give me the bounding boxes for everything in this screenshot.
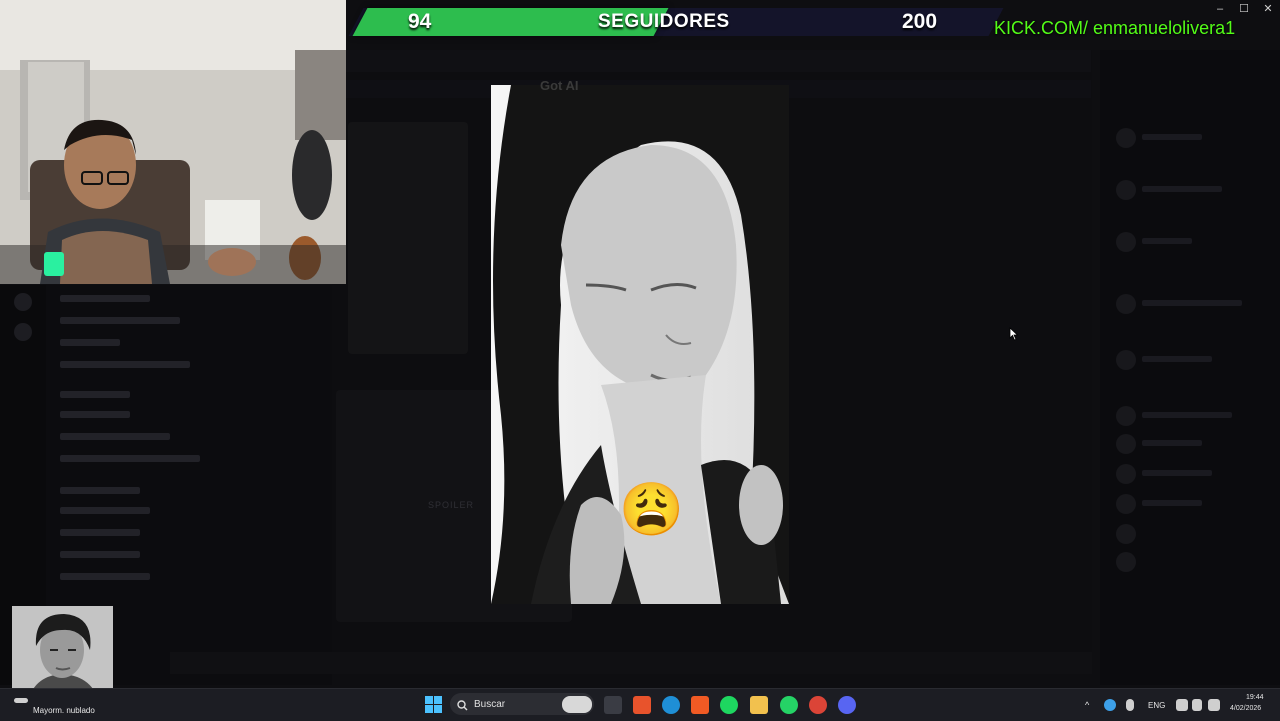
channel-url: KICK.COM/ enmanuelolivera1: [994, 18, 1236, 38]
mouse-cursor-icon: [1009, 327, 1019, 346]
member-avatar[interactable]: [1116, 494, 1136, 514]
member-list: [1100, 50, 1280, 685]
chevron-up-icon[interactable]: ^: [1085, 700, 1089, 710]
discord-icon[interactable]: [838, 696, 856, 714]
member-name: [1142, 134, 1202, 140]
channel-item[interactable]: [60, 453, 200, 463]
chrome-icon[interactable]: [809, 696, 827, 714]
member-avatar[interactable]: [1116, 232, 1136, 252]
chat-header: [346, 50, 1091, 72]
main-portrait-image: 😩: [491, 85, 789, 604]
network-icon[interactable]: [1176, 699, 1188, 711]
channel-item[interactable]: [60, 527, 140, 537]
edge-icon[interactable]: [662, 696, 680, 714]
channel-item[interactable]: [60, 549, 140, 559]
search-icon: [457, 698, 468, 716]
follower-goal-target: 200: [902, 10, 938, 33]
channel-item[interactable]: [60, 337, 120, 347]
webcam-feed: [0, 0, 346, 284]
member-avatar[interactable]: [1116, 406, 1136, 426]
reaction-emoji: 😩: [619, 481, 684, 539]
follower-goal-label: SEGUIDORES: [598, 11, 730, 32]
windows-start-icon[interactable]: [425, 696, 442, 713]
volume-icon[interactable]: [1192, 699, 1202, 711]
member-name: [1142, 412, 1232, 418]
member-avatar[interactable]: [1116, 434, 1136, 454]
channel-item[interactable]: [60, 431, 170, 441]
member-avatar[interactable]: [1116, 294, 1136, 314]
copilot-badge-icon: [562, 696, 592, 713]
member-name: [1142, 186, 1222, 192]
battery-icon[interactable]: [1208, 699, 1220, 711]
language-indicator[interactable]: ENG: [1148, 701, 1165, 710]
file-explorer-icon[interactable]: [750, 696, 768, 714]
whatsapp-icon[interactable]: [780, 696, 798, 714]
task-view-icon[interactable]: [604, 696, 622, 714]
member-name: [1142, 500, 1202, 506]
spotify-icon[interactable]: [720, 696, 738, 714]
channel-item[interactable]: [60, 359, 190, 369]
microphone-icon[interactable]: [1126, 699, 1134, 711]
channel-item[interactable]: [60, 409, 130, 419]
brave-icon[interactable]: [691, 696, 709, 714]
search-placeholder: Buscar: [474, 699, 506, 710]
spoiler-label: SPOILER: [428, 500, 475, 510]
member-name: [1142, 356, 1212, 362]
weather-text[interactable]: Mayorm. nublado: [33, 706, 95, 715]
member-avatar[interactable]: [1116, 552, 1136, 572]
channel-category[interactable]: [60, 389, 130, 399]
clock-time[interactable]: 19:44: [1246, 694, 1264, 701]
channel-item[interactable]: [60, 315, 180, 325]
member-avatar[interactable]: [1116, 180, 1136, 200]
channel-item[interactable]: [60, 293, 150, 303]
follower-goal-current: 94: [408, 10, 432, 33]
member-avatar[interactable]: [1116, 464, 1136, 484]
onedrive-icon[interactable]: [1104, 699, 1116, 711]
weather-cloud-icon: [14, 698, 28, 703]
member-name: [1142, 440, 1202, 446]
message-composer[interactable]: [170, 652, 1092, 674]
server-icon[interactable]: [14, 293, 32, 311]
member-name: [1142, 238, 1192, 244]
member-avatar[interactable]: [1116, 524, 1136, 544]
channel-item[interactable]: [60, 571, 150, 581]
minimize-button[interactable]: –: [1208, 2, 1232, 16]
office-icon[interactable]: [633, 696, 651, 714]
channel-category[interactable]: [60, 485, 140, 495]
clock-date[interactable]: 4/02/2026: [1230, 705, 1261, 712]
member-avatar[interactable]: [1116, 350, 1136, 370]
image-watermark: Got AI: [540, 78, 579, 93]
close-button[interactable]: ✕: [1256, 2, 1280, 16]
message-image[interactable]: [348, 122, 468, 354]
member-name: [1142, 470, 1212, 476]
member-name: [1142, 300, 1242, 306]
server-icon[interactable]: [14, 323, 32, 341]
member-avatar[interactable]: [1116, 128, 1136, 148]
channel-item[interactable]: [60, 505, 150, 515]
maximize-button[interactable]: ☐: [1232, 2, 1256, 16]
